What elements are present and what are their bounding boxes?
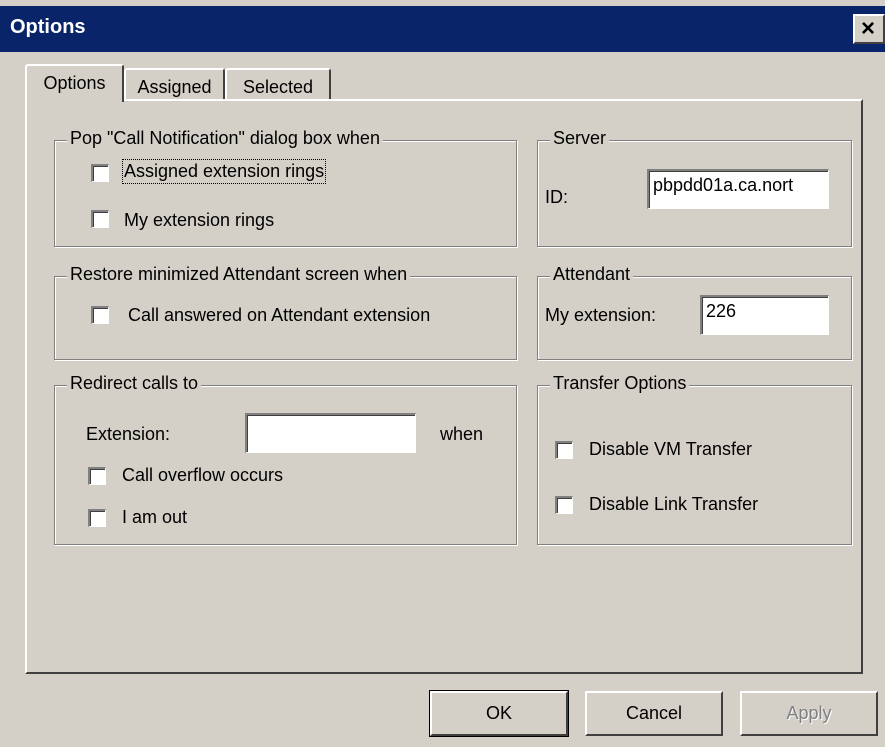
redirect-extension-label: Extension:	[86, 424, 171, 444]
my-extension-rings-checkbox[interactable]	[91, 210, 109, 228]
call-answered-label[interactable]: Call answered on Attendant extension	[128, 305, 430, 326]
call-overflow-checkbox[interactable]	[88, 467, 106, 485]
pop-notification-group-title: Pop "Call Notification" dialog box when	[67, 128, 383, 149]
assigned-extension-rings-label[interactable]: Assigned extension rings	[121, 159, 327, 184]
title-bar[interactable]: Options	[0, 6, 885, 52]
call-overflow-label[interactable]: Call overflow occurs	[122, 465, 283, 486]
transfer-options-group: Transfer Options	[537, 373, 852, 545]
apply-button[interactable]: Apply	[740, 691, 878, 736]
close-button[interactable]: ×	[853, 14, 885, 44]
ok-button[interactable]: OK	[429, 690, 569, 737]
i-am-out-label[interactable]: I am out	[122, 507, 187, 528]
redirect-calls-group-title: Redirect calls to	[67, 373, 202, 394]
tab-options[interactable]: Options	[25, 64, 124, 102]
disable-link-transfer-label[interactable]: Disable Link Transfer	[589, 494, 758, 515]
window-title: Options	[10, 16, 86, 38]
options-dialog: Options × Options Assigned Selected Pop …	[0, 0, 885, 747]
attendant-group-title: Attendant	[550, 264, 634, 285]
close-icon: ×	[861, 15, 876, 42]
redirect-extension-input[interactable]	[245, 413, 416, 453]
attendant-my-extension-input[interactable]: 226	[700, 295, 829, 335]
disable-link-transfer-checkbox[interactable]	[555, 496, 573, 514]
my-extension-rings-label[interactable]: My extension rings	[124, 210, 274, 231]
server-id-input[interactable]: pbpdd01a.ca.nort	[647, 169, 829, 209]
server-group-title: Server	[550, 128, 610, 149]
server-id-label: ID:	[545, 187, 569, 207]
assigned-extension-rings-checkbox[interactable]	[91, 164, 109, 182]
cancel-button[interactable]: Cancel	[585, 691, 723, 736]
disable-vm-transfer-checkbox[interactable]	[555, 441, 573, 459]
restore-attendant-group-title: Restore minimized Attendant screen when	[67, 264, 411, 285]
transfer-options-group-title: Transfer Options	[550, 373, 690, 394]
i-am-out-checkbox[interactable]	[88, 509, 106, 527]
redirect-when-label: when	[440, 424, 484, 444]
disable-vm-transfer-label[interactable]: Disable VM Transfer	[589, 439, 752, 460]
attendant-my-extension-label: My extension:	[545, 305, 657, 325]
call-answered-checkbox[interactable]	[91, 306, 109, 324]
